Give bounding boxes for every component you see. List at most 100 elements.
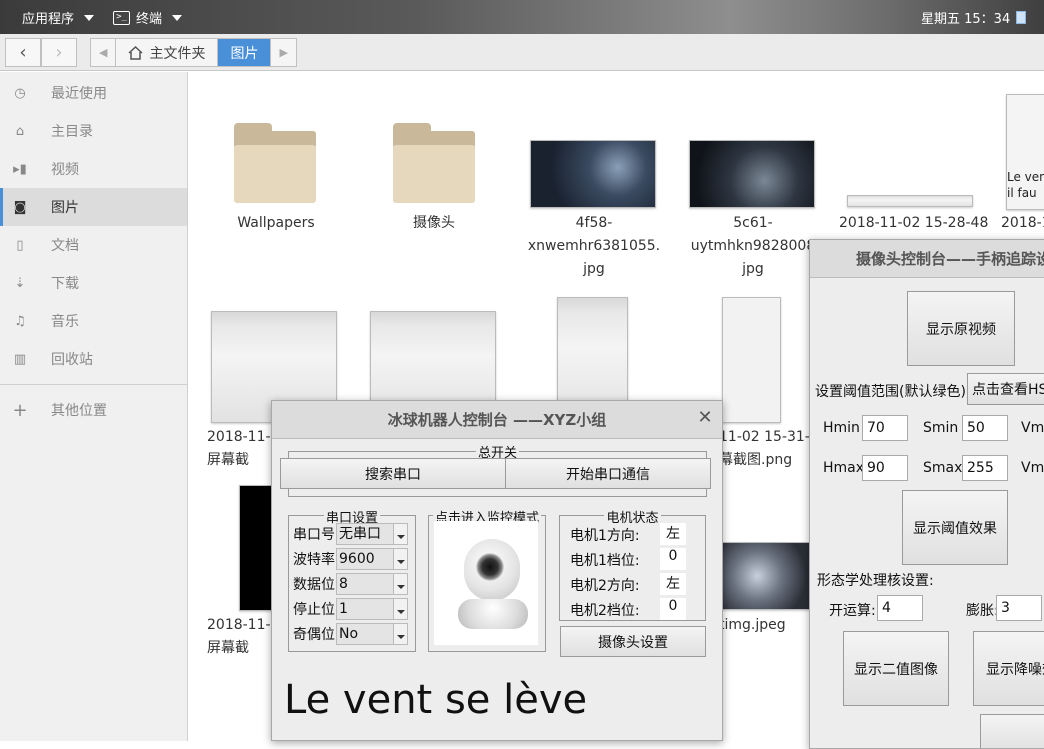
motor2-gear-value: 0 — [660, 598, 686, 620]
breadcrumb-home[interactable]: 主文件夹 — [116, 39, 219, 66]
sidebar-item-trash[interactable]: ▥ 回收站 — [0, 340, 187, 378]
window-title: 冰球机器人控制台 ——XYZ小组 — [387, 411, 607, 429]
camera-base — [458, 599, 528, 629]
sidebar-item-label: 主目录 — [51, 124, 93, 140]
home-icon: ⌂ — [15, 123, 25, 139]
more-button[interactable] — [980, 714, 1044, 748]
parity-label: 奇偶位 — [293, 627, 335, 643]
terminal-menu-label: 终端 — [136, 12, 163, 27]
robot-control-window: 冰球机器人控制台 ——XYZ小组 ✕ 总开关 搜索串口 开始串口通信 串口设置 … — [271, 400, 723, 741]
chevron-down-icon — [393, 624, 407, 644]
show-denoise-button[interactable]: 显示降噪效 — [973, 631, 1044, 706]
port-select-value: 无串口 — [339, 526, 381, 542]
image-thumbnail — [722, 542, 810, 610]
music-icon: ♫ — [14, 313, 26, 329]
port-select[interactable]: 无串口 — [336, 523, 408, 545]
window-titlebar[interactable]: 冰球机器人控制台 ——XYZ小组 ✕ — [272, 401, 722, 439]
applications-menu[interactable]: 应用程序 — [22, 8, 95, 27]
chevron-down-icon — [393, 524, 407, 544]
sidebar-item-label: 回收站 — [51, 352, 93, 368]
search-port-button[interactable]: 搜索串口 — [280, 458, 506, 489]
clock[interactable]: 星期五 15：34 — [921, 8, 1027, 27]
breadcrumb-scroll-left[interactable]: ◀ — [91, 39, 117, 66]
breadcrumb-scroll-right[interactable]: ▶ — [271, 39, 295, 66]
motor1-gear-value: 0 — [660, 548, 686, 570]
vmin-label: Vm — [1021, 420, 1044, 436]
vmax-label: Vm — [1021, 460, 1044, 476]
camera-settings-button[interactable]: 摄像头设置 — [560, 626, 706, 657]
sidebar: ◷ 最近使用 ⌂ 主目录 ▸▮ 视频 ◙ 图片 ▯ 文档 ⇣ 下载 ♫ 音乐 ▥… — [0, 72, 188, 741]
baud-select[interactable]: 9600 — [336, 548, 408, 570]
open-input[interactable]: 4 — [877, 595, 923, 621]
file-label-line: jpg — [583, 261, 605, 277]
sidebar-item-documents[interactable]: ▯ 文档 — [0, 226, 187, 264]
file-label-line: 5c61- — [733, 215, 773, 231]
threshold-label: 设置阈值范围(默认绿色): — [815, 384, 971, 400]
file-label: 2018-11-02 15-28-48 — [839, 215, 989, 231]
dilate-input[interactable]: 3 — [996, 595, 1042, 621]
sidebar-item-home[interactable]: ⌂ 主目录 — [0, 112, 187, 150]
image-thumbnail — [239, 485, 274, 611]
image-thumbnail — [847, 195, 973, 207]
folder-icon — [393, 123, 475, 203]
group-title-label: 电机状态 — [604, 511, 661, 526]
image-thumbnail — [530, 140, 656, 208]
sidebar-item-recent[interactable]: ◷ 最近使用 — [0, 74, 187, 112]
show-binary-button[interactable]: 显示二值图像 — [843, 631, 949, 706]
document-icon: ▯ — [16, 237, 24, 253]
monitor-camera-button[interactable] — [434, 521, 538, 645]
download-icon: ⇣ — [14, 275, 26, 291]
parity-select[interactable]: No — [336, 623, 408, 645]
hmin-input[interactable]: 70 — [862, 415, 908, 441]
camera-lens — [476, 553, 504, 581]
terminal-icon: >_ — [113, 10, 130, 25]
stopbits-select-value: 1 — [339, 601, 348, 617]
thumbnail-text: il fau — [1007, 186, 1037, 200]
start-comm-button[interactable]: 开始串口通信 — [505, 458, 711, 489]
hmax-input[interactable]: 90 — [862, 455, 908, 481]
motor1-direction-label: 电机1方向: — [570, 528, 640, 544]
smax-input[interactable]: 255 — [962, 455, 1008, 481]
databits-select[interactable]: 8 — [336, 573, 408, 595]
dilate-label: 膨胀: — [966, 603, 999, 619]
clock-icon: ◷ — [14, 85, 26, 101]
file-label: timg.jpeg — [719, 617, 786, 633]
camera-icon: ◙ — [13, 199, 27, 215]
chevron-down-icon — [393, 549, 407, 569]
show-threshold-button[interactable]: 显示阈值效果 — [902, 490, 1008, 565]
breadcrumb: ◀ 主文件夹 图片 ▶ — [90, 38, 297, 67]
chevron-down-icon — [84, 14, 95, 21]
show-raw-video-button[interactable]: 显示原视频 — [907, 291, 1015, 366]
sidebar-item-music[interactable]: ♫ 音乐 — [0, 302, 187, 340]
view-hsv-button[interactable]: 点击查看HSV — [967, 373, 1044, 405]
sidebar-item-videos[interactable]: ▸▮ 视频 — [0, 150, 187, 188]
terminal-menu[interactable]: >_ 终端 — [113, 8, 183, 27]
baud-select-value: 9600 — [339, 551, 375, 567]
file-label: Wallpapers — [237, 215, 315, 231]
motor2-gear-label: 电机2档位: — [570, 603, 640, 619]
chevron-down-icon — [393, 599, 407, 619]
sidebar-item-label: 视频 — [51, 162, 79, 178]
hmin-label: Hmin — [823, 420, 860, 436]
thumbnail-text: Le vent — [1007, 170, 1044, 184]
stopbits-select[interactable]: 1 — [336, 598, 408, 620]
window-titlebar[interactable]: 摄像头控制台——手柄追踪设 — [810, 240, 1044, 278]
hmax-label: Hmax — [823, 460, 865, 476]
close-icon[interactable]: ✕ — [696, 409, 714, 427]
file-label-line: xnwemhr6381055. — [527, 238, 661, 254]
morph-label: 形态学处理核设置: — [817, 573, 934, 589]
sidebar-item-downloads[interactable]: ⇣ 下载 — [0, 264, 187, 302]
file-manager-toolbar: ‹ › ◀ 主文件夹 图片 ▶ — [0, 34, 1044, 71]
sidebar-item-pictures[interactable]: ◙ 图片 — [0, 188, 187, 226]
back-button[interactable]: ‹ — [5, 38, 41, 67]
top-panel: 应用程序 >_ 终端 星期五 15：34 — [0, 0, 1044, 34]
breadcrumb-pictures[interactable]: 图片 — [218, 39, 272, 66]
parity-select-value: No — [339, 626, 359, 642]
motor2-direction-value: 左 — [660, 573, 686, 595]
clipboard-icon[interactable] — [1016, 11, 1027, 24]
forward-button[interactable]: › — [41, 38, 77, 67]
sidebar-item-label: 文档 — [51, 238, 79, 254]
smin-label: Smin — [923, 420, 959, 436]
sidebar-item-other-locations[interactable]: + 其他位置 — [0, 391, 187, 429]
smin-input[interactable]: 50 — [962, 415, 1008, 441]
